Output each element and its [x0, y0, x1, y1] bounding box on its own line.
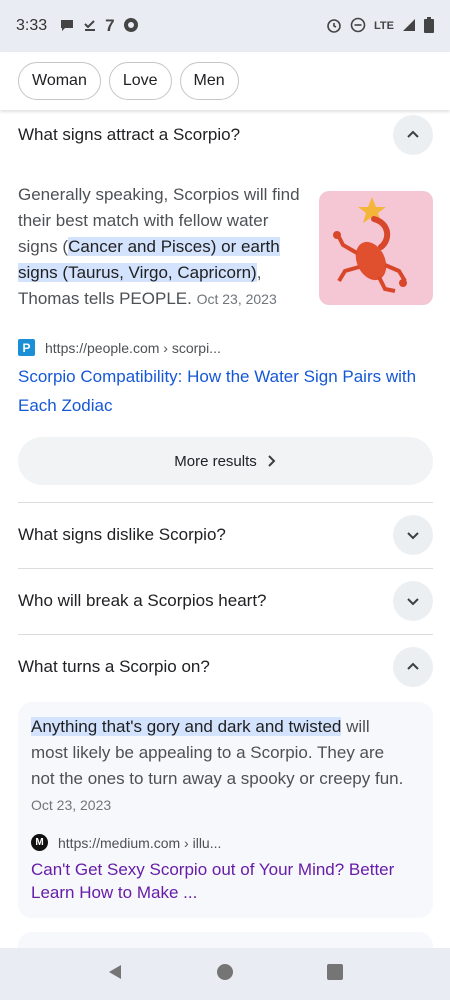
question-row-attract[interactable]: What signs attract a Scorpio?: [18, 115, 433, 155]
chip-men[interactable]: Men: [179, 62, 239, 100]
chevron-up-icon[interactable]: [393, 115, 433, 155]
checkmark-download-icon: [83, 18, 97, 35]
chevron-up-icon[interactable]: [393, 647, 433, 687]
scorpion-icon: [333, 197, 407, 293]
back-icon[interactable]: [106, 963, 124, 986]
people-also-ask-panel: What signs attract a Scorpio? Generally …: [0, 110, 450, 948]
divider: [18, 634, 433, 635]
divider: [18, 502, 433, 503]
scorpion-thumbnail[interactable]: [319, 191, 433, 305]
assistant-icon: [123, 17, 139, 36]
question-text: What signs attract a Scorpio?: [18, 125, 241, 144]
next-answer-card: [18, 932, 433, 948]
source-row-medium[interactable]: M https://medium.com › illu...: [31, 834, 221, 851]
answer-date: Oct 23, 2023: [196, 291, 277, 307]
question-row-dislike[interactable]: What signs dislike Scorpio?: [18, 515, 433, 555]
answer-date: Oct 23, 2023: [31, 797, 112, 813]
question-row-turns-on[interactable]: What turns a Scorpio on?: [18, 647, 433, 687]
chip-love[interactable]: Love: [108, 62, 172, 100]
signal-icon: [402, 18, 416, 35]
question-row-break-heart[interactable]: Who will break a Scorpios heart?: [18, 581, 433, 621]
status-time: 3:33: [16, 17, 48, 34]
result-link-medium[interactable]: Can't Get Sexy Scorpio out of Your Mind?…: [31, 858, 426, 904]
chat-icon: [59, 17, 75, 36]
chevron-right-icon: [268, 455, 276, 467]
divider: [18, 568, 433, 569]
people-favicon-icon: P: [18, 339, 35, 356]
more-results-button[interactable]: More results: [18, 437, 433, 485]
chevron-down-icon[interactable]: [393, 515, 433, 555]
recents-icon[interactable]: [326, 963, 344, 986]
question-text: What turns a Scorpio on?: [18, 657, 210, 676]
source-url: https://people.com › scorpi...: [45, 339, 221, 356]
chevron-down-icon[interactable]: [393, 581, 433, 621]
source-row-people[interactable]: P https://people.com › scorpi...: [18, 339, 221, 356]
answer-snippet: Generally speaking, Scorpios will find t…: [18, 182, 310, 312]
answer-highlight: Anything that's gory and dark and twiste…: [31, 717, 342, 736]
status-bar: 3:33 7 LTE: [0, 0, 450, 52]
answer-snippet: Anything that's gory and dark and twiste…: [31, 714, 411, 818]
filter-chip-bar: Woman Love Men: [0, 52, 450, 110]
source-url: https://medium.com › illu...: [58, 834, 222, 851]
question-text: What signs dislike Scorpio?: [18, 525, 226, 544]
dnd-icon: [350, 17, 366, 36]
network-label: LTE: [374, 20, 394, 32]
answer-card-medium: Anything that's gory and dark and twiste…: [18, 702, 433, 918]
chip-woman[interactable]: Woman: [18, 62, 101, 100]
medium-favicon-icon: M: [31, 834, 48, 851]
battery-icon: [424, 16, 434, 36]
question-text: Who will break a Scorpios heart?: [18, 591, 267, 610]
home-icon[interactable]: [216, 963, 234, 986]
system-nav-bar: [0, 948, 450, 1000]
more-results-label: More results: [174, 452, 257, 470]
alarm-icon: [326, 17, 342, 36]
result-link-people[interactable]: Scorpio Compatibility: How the Water Sig…: [18, 362, 438, 420]
seven-icon: 7: [105, 16, 115, 35]
